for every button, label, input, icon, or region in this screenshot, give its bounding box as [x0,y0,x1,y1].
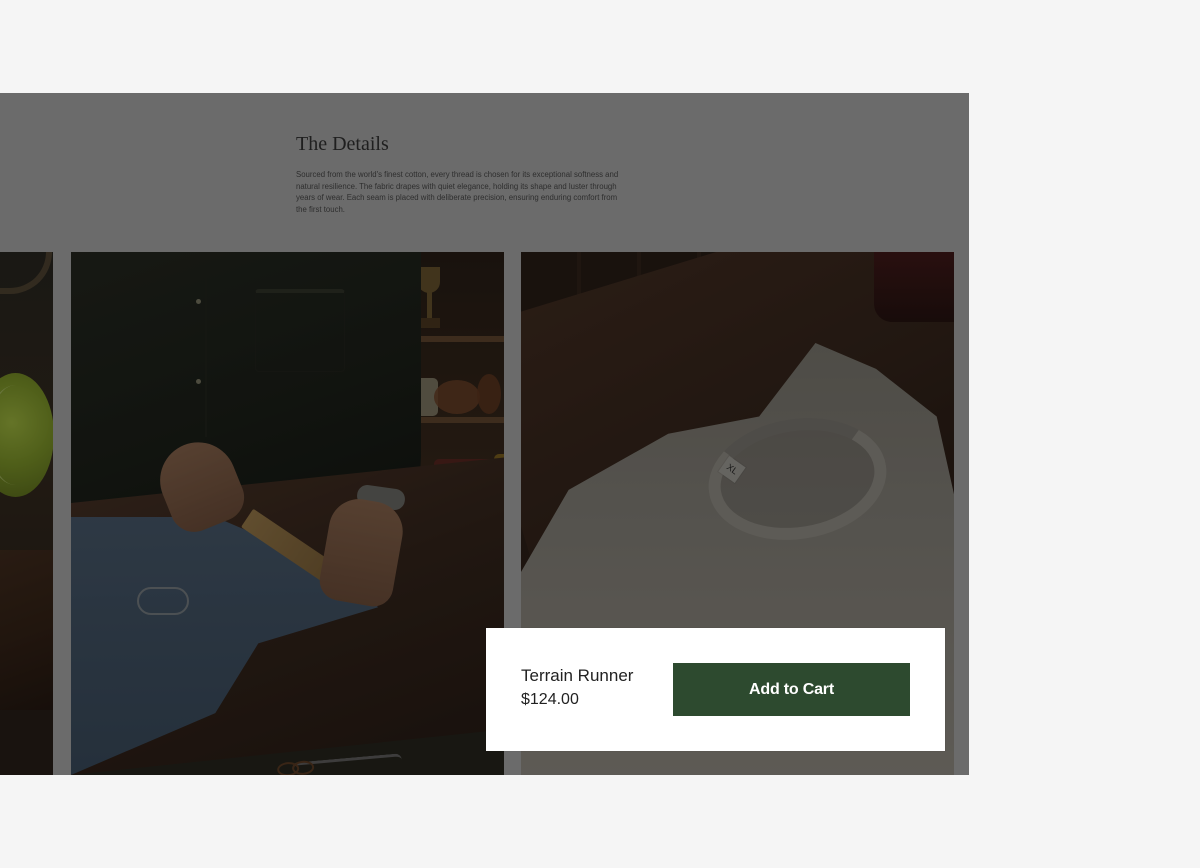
tennis-ball-image [0,373,53,497]
details-title: The Details [296,133,389,155]
tailor-measuring-image [71,252,504,775]
shirt-pocket [255,289,345,372]
trophy-base [420,318,440,328]
football-image [434,380,480,414]
trophy-stem [427,292,432,320]
page: The Details Sourced from the world's fin… [0,0,1200,868]
wood-table-image [0,550,53,710]
product-name: Terrain Runner [521,666,634,685]
trophy-cup [418,267,440,293]
partial-lifestyle-image [0,252,53,775]
laurel-logo-icon [137,587,189,615]
sticky-product-card: Terrain Runner $124.00 Add to Cart [486,628,945,751]
red-folded-garment-image [874,252,954,322]
details-section: The Details Sourced from the world's fin… [296,133,626,215]
shirt-placket [205,252,207,437]
plate-image [0,252,52,294]
scissors-image [291,753,403,775]
table-shadow-image [0,710,53,775]
shirt-button-icon [196,379,201,384]
details-description: Sourced from the world's finest cotton, … [296,170,619,214]
football-image [477,374,501,414]
shirt-button-icon [196,299,201,304]
add-to-cart-button[interactable]: Add to Cart [673,663,910,716]
product-price: $124.00 [521,691,579,708]
